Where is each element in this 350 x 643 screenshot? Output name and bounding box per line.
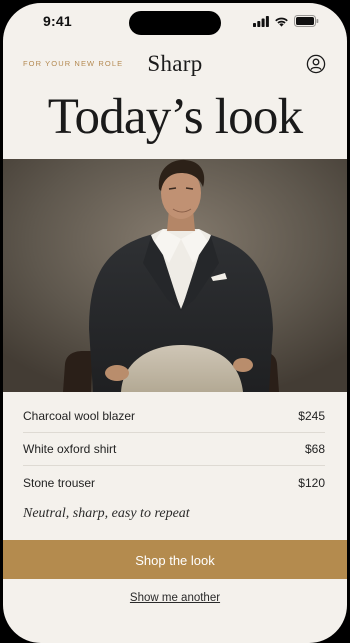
look-items-list: Charcoal wool blazer $245 White oxford s… <box>23 400 325 499</box>
look-description: Neutral, sharp, easy to repeat <box>23 506 190 521</box>
signal-icon <box>253 15 269 27</box>
item-price: $120 <box>298 475 325 490</box>
status-time: 9:41 <box>43 13 72 29</box>
battery-icon <box>294 15 319 27</box>
app-header: FOR YOUR NEW ROLE Sharp <box>3 45 347 81</box>
wifi-icon <box>275 17 288 27</box>
user-circle-icon[interactable] <box>306 54 326 74</box>
status-bar: 9:41 <box>3 3 347 43</box>
show-another-link[interactable]: Show me another <box>3 592 347 604</box>
item-price: $68 <box>304 442 325 456</box>
list-item[interactable]: Stone trouser $120 <box>23 466 325 499</box>
hero-photo <box>3 159 347 392</box>
shop-the-look-button[interactable]: Shop the look <box>3 540 347 579</box>
list-item[interactable]: White oxford shirt $68 <box>23 433 325 466</box>
list-item[interactable]: Charcoal wool blazer $245 <box>23 400 325 433</box>
status-icons <box>253 15 319 27</box>
dynamic-island <box>129 11 221 35</box>
item-name: Charcoal wool blazer <box>23 409 136 423</box>
phone-screen: 9:41 FOR YOUR NEW ROLE Sharp Today’s loo… <box>3 3 347 643</box>
brand-logo: Sharp <box>147 51 203 76</box>
item-name: Stone trouser <box>23 475 96 490</box>
item-price: $245 <box>298 409 325 423</box>
page-title: Today’s look <box>47 89 303 145</box>
model-photo-illustration <box>3 159 347 392</box>
item-name: White oxford shirt <box>23 442 117 456</box>
